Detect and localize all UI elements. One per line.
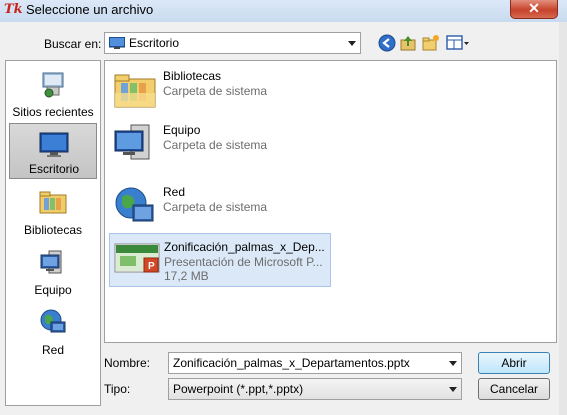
tk-app-icon: Tk (4, 2, 23, 17)
file-item-libraries[interactable]: Bibliotecas Carpeta de sistema (109, 63, 331, 117)
place-label: Red (41, 343, 64, 357)
network-icon (40, 309, 66, 333)
chevron-down-icon[interactable] (449, 361, 457, 366)
place-desktop[interactable]: Escritorio (9, 123, 97, 179)
file-size: 17,2 MB (164, 269, 209, 283)
network-icon (115, 187, 154, 222)
location-combobox[interactable]: Escritorio (104, 32, 361, 54)
libraries-folder-icon (114, 74, 156, 108)
file-name: Bibliotecas (163, 69, 222, 83)
location-value: Escritorio (129, 36, 180, 50)
file-item-network[interactable]: Red Carpeta de sistema (109, 179, 331, 233)
file-item-pptx[interactable]: P Zonificación_palmas_x_Dep... Presentac… (109, 233, 331, 287)
place-label: Escritorio (28, 162, 79, 176)
view-menu-icon[interactable] (446, 34, 470, 52)
buscar-en-label: Buscar en: (44, 37, 102, 51)
open-button[interactable]: Abrir (478, 352, 550, 374)
up-folder-icon[interactable] (399, 34, 417, 52)
file-name: Red (163, 185, 186, 199)
filename-value: Zonificación_palmas_x_Departamentos.pptx (173, 356, 410, 370)
new-folder-icon[interactable] (422, 34, 440, 52)
close-button[interactable]: ✕ (510, 0, 558, 19)
back-arrow-icon[interactable] (378, 34, 396, 52)
filename-input[interactable]: Zonificación_palmas_x_Departamentos.pptx (168, 352, 462, 374)
file-type: Carpeta de sistema (163, 84, 268, 98)
window-edge (559, 22, 567, 415)
file-type: Carpeta de sistema (163, 200, 268, 214)
chevron-down-icon (348, 41, 356, 46)
tipo-label: Tipo: (104, 382, 131, 396)
recent-places-icon (42, 72, 64, 98)
file-type: Presentación de Microsoft P... (164, 255, 323, 269)
nombre-label: Nombre: (104, 356, 151, 370)
location-toolbar: Buscar en: Escritorio (0, 30, 567, 56)
libraries-icon (39, 191, 67, 214)
computer-icon (40, 250, 62, 274)
file-name: Zonificación_palmas_x_Dep... (164, 240, 325, 254)
title-bar[interactable]: Tk Seleccione un archivo ✕ (0, 0, 567, 22)
svg-text:P: P (148, 261, 155, 272)
file-type: Carpeta de sistema (163, 138, 268, 152)
file-dialog-window: Tk Seleccione un archivo ✕ Buscar en: Es… (0, 0, 567, 415)
place-recent[interactable]: Sitios recientes (9, 65, 97, 121)
places-bar: Sitios recientes Escritorio Bibliotecas (5, 60, 101, 406)
place-label: Sitios recientes (12, 105, 94, 119)
file-list[interactable]: Bibliotecas Carpeta de sistema Equipo Ca… (104, 60, 557, 343)
place-network[interactable]: Red (9, 303, 97, 359)
filetype-select[interactable]: Powerpoint (*.ppt,*.pptx) (168, 378, 462, 400)
place-label: Equipo (34, 283, 72, 297)
place-libraries[interactable]: Bibliotecas (9, 183, 97, 239)
powerpoint-file-icon: P (114, 243, 160, 273)
filetype-value: Powerpoint (*.ppt,*.pptx) (173, 382, 304, 396)
file-name: Equipo (163, 123, 201, 137)
file-item-computer[interactable]: Equipo Carpeta de sistema (109, 117, 331, 171)
window-title: Seleccione un archivo (26, 2, 154, 17)
desktop-small-icon (109, 37, 125, 49)
place-computer[interactable]: Equipo (9, 243, 97, 299)
cancel-button[interactable]: Cancelar (478, 378, 550, 400)
computer-icon (114, 124, 150, 160)
desktop-icon (39, 132, 69, 157)
chevron-down-icon (449, 387, 457, 392)
place-label: Bibliotecas (23, 223, 83, 237)
